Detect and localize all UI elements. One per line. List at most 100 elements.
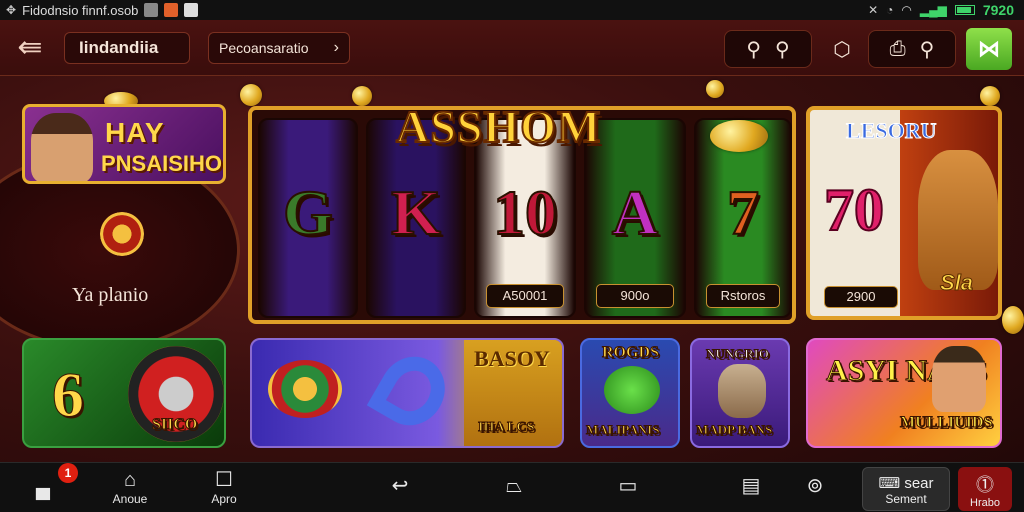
status-app-text: Fidodnsio finnf.osob [22,2,139,18]
chip-icon [268,360,342,418]
tile-title: ROGDS [602,344,660,362]
coin-decoration [1002,306,1024,334]
search-group: ⚲ ⚲ [724,30,812,68]
nav-recents[interactable]: ▭ [608,475,648,497]
game-tile[interactable]: ASYI NAUS MULLIUIDS [806,338,1002,448]
bottom-nav: ▄ 1 ⌂ Anoue ☐ Apro ↩ ⏢ ▭ ▤ ⊚ ⌨ sear Seme… [0,462,1024,512]
breadcrumb[interactable]: Pecoansaratio › [208,32,350,64]
nav-apps[interactable]: ☐ Apro [204,469,244,507]
coin-decoration [710,120,768,152]
game-tile[interactable]: BASOY IHA LCS [250,338,564,448]
nav-apps-label: Apro [211,492,237,506]
search-tab-label: sear [904,475,934,492]
nav-save[interactable]: ▤ [734,475,768,497]
reel-symbol: G [282,176,334,249]
side-game-signature: Sla [939,270,974,296]
notification-badge: 1 [58,463,78,483]
game-tile[interactable]: NUNGRIO MADP BANS [690,338,790,448]
nav-help[interactable]: ⊚ [798,475,832,497]
no-signal-icon: ✕ [868,3,879,17]
nav-home-button[interactable]: ⏢ [494,475,534,497]
print-icon[interactable]: ⎙ [890,38,906,61]
reel-symbol: 7 [726,176,760,249]
side-game-card[interactable]: LESORU 70 Sla 2900 [806,106,1002,320]
help-icon: ⊚ [806,475,824,497]
reel-value: A50001 [486,284,564,308]
nav-home-label: Anoue [112,492,148,506]
status-bar: ✥ Fidodnsio finnf.osob ✕ ◔ ◠ ▂▄▆ 7920 [0,0,1024,20]
reel-value: Rstoros [706,284,780,308]
alert-tab[interactable]: ⓵ Hrabo [958,467,1012,511]
recent-icon: ▭ [618,475,638,497]
reel: G [258,118,358,318]
tools-group: ⎙ ⚲ [868,30,956,68]
home-icon: ⌂ [123,469,137,491]
coin-decoration [980,86,1000,106]
tile-subtitle: SIICO [151,416,198,434]
home-outline-icon: ⏢ [506,475,522,497]
reel-symbol: A [611,176,659,249]
alert-icon: ⓵ [976,475,994,495]
hero-subtitle: PNSAISIHO [101,151,223,176]
share-button[interactable]: ⋈ [966,28,1012,70]
reel-symbol: 10 [492,176,558,249]
store-icon: ▄ [35,477,51,499]
zoom-icon[interactable]: ⚲ [775,37,790,62]
slot-title: ASSHOM [395,100,602,153]
tile-title: BASOY [474,346,550,371]
tile-subtitle: MULLIUIDS [899,414,993,432]
nav-home[interactable]: ⌂ Anoue [108,469,152,507]
image-icon [144,3,159,17]
tile-title: 6 [52,359,85,431]
settings-button[interactable]: ⬡ [822,30,862,68]
cat-mascot [918,150,998,290]
frog-mascot [604,366,660,414]
back-button[interactable]: ⇚ [10,30,50,66]
tile-title: NUNGRIO [706,346,770,362]
gear-icon: ⬡ [833,38,851,61]
wifi-icon: ◠ [901,3,912,17]
promo-label: Ya planio [72,284,149,306]
reel-symbol: K [390,176,442,249]
battery-icon [954,5,975,15]
back-arrow-icon: ⇚ [17,31,43,64]
tile-subtitle: MALIPANIS [585,422,660,438]
find-icon[interactable]: ⚲ [920,37,935,62]
signal-icon: ▂▄▆ [919,3,947,17]
horseshoe-icon [366,344,458,438]
search-tab-sub: Sement [885,492,927,506]
coin-decoration [240,84,262,106]
side-game-title: LESORU [845,118,937,144]
coin-decoration [706,80,724,98]
nav-back[interactable]: ↩ [380,475,420,497]
app-title[interactable]: Iindandiia [64,32,190,64]
save-icon: ▤ [741,475,761,497]
alarm-icon: ◔ [886,3,894,17]
search-tab[interactable]: ⌨ sear Sement [862,467,950,511]
keyboard-icon: ⌨ [878,475,901,492]
hero-avatar [31,113,93,181]
chevron-right-icon: › [333,39,339,56]
back-icon: ↩ [391,475,409,497]
app-bar: ⇚ Iindandiia Pecoansaratio › ⚲ ⚲ ⬡ ⎙ ⚲ ⋈ [0,20,1024,76]
game-tile[interactable]: 6 SIICO [22,338,226,448]
app-root: ✥ Fidodnsio finnf.osob ✕ ◔ ◠ ▂▄▆ 7920 ⇚ … [0,0,1024,512]
hero-title: HAY [105,117,165,148]
nav-store[interactable]: ▄ 1 [26,463,78,499]
square-icon: ☐ [215,469,233,491]
coin-decoration [352,86,372,106]
reel-value: 900o [596,284,674,308]
search-icon[interactable]: ⚲ [746,37,761,62]
breadcrumb-label: Pecoansaratio [219,40,309,56]
share-icon: ⋈ [978,36,1000,61]
clock: 7920 [982,2,1014,18]
player-avatar [932,346,986,412]
tile-subtitle: IHA LCS [477,420,535,436]
hero-banner[interactable]: HAY PNSAISIHO [22,104,226,184]
notification-icon [184,3,199,17]
alert-tab-label: Hrabo [970,497,1000,509]
game-tile[interactable]: ROGDS MALIPANIS [580,338,680,448]
app-icon [164,3,179,17]
side-game-value: 2900 [824,286,898,308]
side-game-number: 70 [823,176,885,244]
